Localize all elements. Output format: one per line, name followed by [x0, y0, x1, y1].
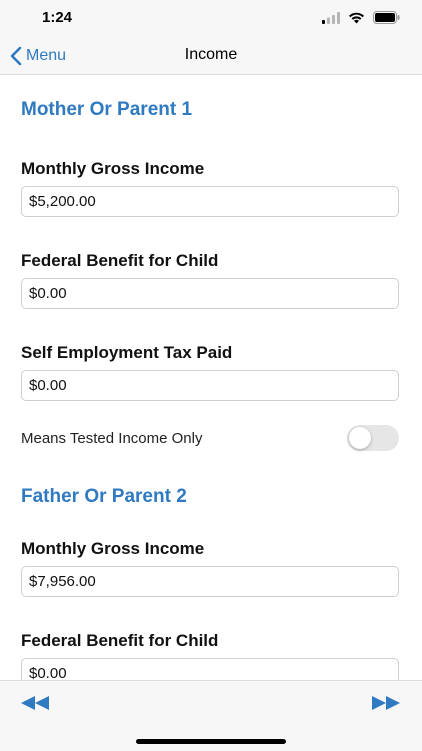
section-title-parent-1: Mother Or Parent 1 [21, 99, 193, 120]
fast-forward-icon [372, 696, 400, 710]
wifi-icon [349, 12, 364, 23]
page-title: Income [184, 46, 238, 63]
federal-benefit-input-1[interactable] [21, 278, 399, 309]
status-time: 1:24 [42, 9, 73, 26]
field-label-monthly-gross-income-1: Monthly Gross Income [21, 159, 205, 178]
monthly-gross-income-input-1[interactable] [21, 186, 399, 217]
section-title-parent-2: Father Or Parent 2 [21, 486, 187, 507]
status-bar: 1:24 [0, 0, 422, 38]
toggle-knob [349, 427, 371, 449]
self-employment-tax-input-1[interactable] [21, 370, 399, 401]
field-label-self-employment-tax-1: Self Employment Tax Paid [21, 343, 233, 362]
income-form[interactable]: Mother Or Parent 1 Monthly Gross Income … [0, 75, 422, 680]
navigation-bar: Menu Income [0, 38, 422, 75]
monthly-gross-income-input-2[interactable] [21, 566, 399, 597]
means-tested-label: Means Tested Income Only [21, 430, 203, 447]
field-label-federal-benefit-1: Federal Benefit for Child [21, 251, 219, 270]
rewind-icon [21, 696, 49, 710]
field-label-monthly-gross-income-2: Monthly Gross Income [21, 539, 205, 558]
field-label-federal-benefit-2: Federal Benefit for Child [21, 631, 219, 650]
federal-benefit-input-2[interactable] [21, 658, 399, 680]
means-tested-toggle[interactable] [347, 425, 399, 451]
next-button[interactable] [371, 695, 401, 716]
home-indicator [136, 739, 286, 744]
battery-icon [373, 11, 400, 24]
status-icons [322, 11, 400, 24]
previous-button[interactable] [20, 695, 50, 716]
signal-icon [322, 11, 340, 24]
